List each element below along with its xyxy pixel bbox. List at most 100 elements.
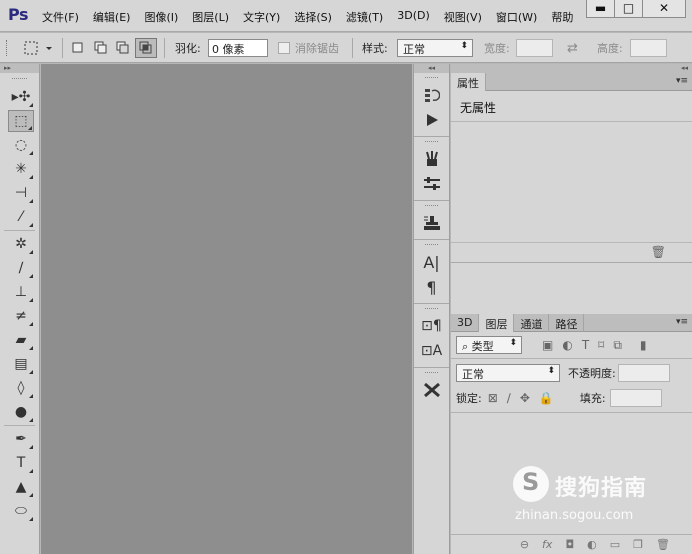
delete-layer-icon[interactable]: 🗑	[656, 538, 670, 551]
minimize-button[interactable]: ▬	[586, 0, 615, 18]
filter-pixel-icon[interactable]: ▣	[542, 338, 553, 352]
add-selection-icon	[94, 41, 107, 54]
filter-adjust-icon[interactable]: ◐	[562, 338, 572, 352]
mask-icon[interactable]: ◘	[565, 538, 574, 551]
tool-healing-brush[interactable]: ✲	[8, 233, 34, 255]
opacity-label: 不透明度:	[568, 367, 616, 380]
tool-eyedropper[interactable]: ⁄	[8, 206, 34, 228]
brush-presets-icon[interactable]	[419, 148, 445, 170]
history-icon[interactable]	[419, 84, 445, 106]
menu-select[interactable]: 选择(S)	[294, 9, 332, 25]
menu-layer[interactable]: 图层(L)	[192, 9, 229, 25]
lock-brush-icon[interactable]: ∕	[507, 391, 511, 405]
antialias-checkbox[interactable]: 消除锯齿	[278, 33, 339, 63]
fx-icon[interactable]: fx	[542, 538, 552, 551]
tool-gradient[interactable]: ▤	[8, 353, 34, 375]
blend-mode-select[interactable]: 正常 ⬍	[456, 364, 560, 382]
opacity-input[interactable]	[617, 364, 670, 382]
adjust-icon[interactable]	[419, 173, 445, 195]
tool-blur[interactable]: ◊	[8, 377, 34, 399]
tool-move[interactable]: ▸✣	[8, 86, 34, 108]
style-select[interactable]: 正常 ⬍	[397, 39, 473, 57]
lock-move-icon[interactable]: ✥	[520, 391, 530, 405]
dock-group-2	[414, 137, 449, 201]
feather-input[interactable]: 0 像素	[208, 39, 268, 57]
filter-shape-icon[interactable]: ⌑	[598, 338, 604, 352]
tool-brush[interactable]: ∕	[8, 257, 34, 279]
tab-layers[interactable]: 图层	[479, 314, 515, 332]
new-selection-button[interactable]	[72, 33, 84, 63]
layer-filter-select[interactable]: ⌕ 类型 ⬍	[456, 336, 522, 354]
menu-image[interactable]: 图像(I)	[144, 9, 178, 25]
menu-window[interactable]: 窗口(W)	[496, 9, 537, 25]
layers-panel-menu-icon[interactable]: ▾≡	[676, 317, 688, 327]
maximize-button[interactable]: □	[614, 0, 643, 18]
menu-type[interactable]: 文字(Y)	[243, 9, 280, 25]
tool-history-brush[interactable]: ≠	[8, 305, 34, 327]
subtract-selection-icon	[116, 41, 129, 54]
adjustment-layer-icon[interactable]: ◐	[587, 538, 597, 551]
tool-preset-picker[interactable]	[24, 33, 54, 63]
tool-dodge[interactable]: ●	[8, 401, 34, 423]
tool-lasso[interactable]: ◌	[8, 134, 34, 156]
collapse-dock-icon[interactable]: ◂◂	[414, 64, 449, 73]
tool-magic-wand[interactable]: ✳	[8, 158, 34, 180]
clone-source-icon[interactable]	[419, 212, 445, 234]
tool-crop[interactable]: ⊣	[8, 182, 34, 204]
rect-marquee-icon: ⬚	[14, 113, 28, 129]
sogou-logo-letter: S	[522, 468, 540, 496]
menu-view[interactable]: 视图(V)	[444, 9, 482, 25]
collapse-toolbar-icon[interactable]: ▸▸	[0, 64, 39, 73]
blend-mode-value: 正常	[462, 368, 484, 381]
tool-rect-marquee[interactable]: ⬚	[8, 110, 34, 132]
document-canvas-area[interactable]	[41, 64, 412, 554]
tab-3d[interactable]: 3D	[451, 314, 480, 332]
menu-filter[interactable]: 滤镜(T)	[346, 9, 383, 25]
menu-edit[interactable]: 编辑(E)	[93, 9, 131, 25]
tool-clone-stamp[interactable]: ⊥	[8, 281, 34, 303]
add-selection-button[interactable]	[94, 33, 108, 63]
menu-3d[interactable]: 3D(D)	[397, 9, 430, 25]
height-input[interactable]	[630, 39, 667, 57]
lock-all-icon[interactable]: 🔒	[539, 391, 554, 405]
swap-icon[interactable]: ⇄	[567, 41, 578, 56]
tool-ellipse[interactable]: ⬭	[8, 500, 34, 522]
trash-icon[interactable]: 🗑	[651, 245, 666, 259]
tool-presets-icon[interactable]	[419, 379, 445, 401]
tab-paths[interactable]: 路径	[549, 314, 585, 332]
close-button[interactable]: ✕	[642, 0, 686, 18]
lock-transparent-icon[interactable]: ⊠	[488, 391, 498, 405]
tab-channels[interactable]: 通道	[514, 314, 550, 332]
filter-toggle-icon[interactable]: ▮	[640, 338, 647, 352]
actions-icon[interactable]	[419, 109, 445, 131]
filter-type-icon[interactable]: T	[582, 338, 589, 352]
up-down-arrow-icon: ⬍	[547, 366, 555, 376]
tab-properties[interactable]: 属性	[451, 73, 486, 91]
blur-icon: ◊	[17, 380, 25, 396]
character-icon[interactable]: A|	[419, 251, 445, 273]
paragraph-icon[interactable]: ¶	[419, 276, 445, 298]
link-icon[interactable]: ⊖	[520, 538, 529, 551]
subtract-selection-button[interactable]	[116, 33, 130, 63]
history-brush-icon: ≠	[15, 308, 27, 324]
intersect-selection-button[interactable]	[135, 33, 157, 63]
menu-file[interactable]: 文件(F)	[42, 9, 79, 25]
panel-menu-icon[interactable]: ▾≡	[676, 76, 688, 86]
options-grip[interactable]	[6, 33, 14, 63]
tool-path-select[interactable]: ▲	[8, 476, 34, 498]
tool-type[interactable]: T	[8, 452, 34, 474]
char-styles-icon[interactable]: ⊡¶	[419, 315, 445, 337]
collapse-panels-icon[interactable]: ◂◂	[451, 64, 692, 73]
layer-filter-value: 类型	[471, 340, 494, 353]
menu-help[interactable]: 帮助	[551, 9, 573, 25]
filter-smart-icon[interactable]: ⧉	[613, 338, 622, 353]
width-input[interactable]	[516, 39, 553, 57]
fill-input[interactable]	[609, 389, 662, 407]
folder-icon[interactable]: ▭	[610, 538, 620, 551]
tool-eraser[interactable]: ▰	[8, 329, 34, 351]
new-layer-icon[interactable]: ❐	[633, 538, 643, 551]
toolbar-grip[interactable]	[12, 78, 27, 84]
tool-pen[interactable]: ✒	[8, 428, 34, 450]
para-styles-icon[interactable]: ⊡A	[419, 340, 445, 362]
layers-tabs: 3D 图层 通道 路径 ▾≡	[451, 314, 692, 332]
